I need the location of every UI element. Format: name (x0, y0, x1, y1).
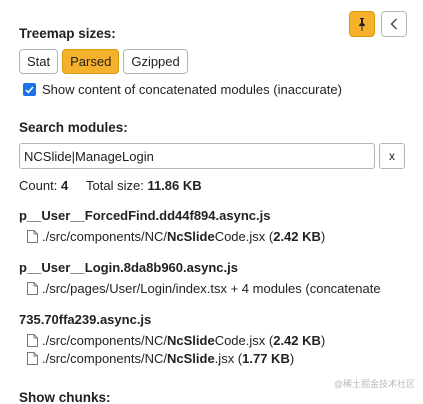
count-value: 4 (60, 178, 69, 193)
file-icon (27, 334, 38, 347)
check-icon (25, 85, 34, 94)
module-row[interactable]: ./src/components/NC/NcSlideCode.jsx (2.4… (27, 333, 407, 348)
total-size-value: 11.86 KB (147, 178, 202, 193)
clear-search-button[interactable]: x (379, 143, 405, 169)
watermark: @稀土掘金技术社区 (333, 379, 415, 389)
search-modules-title: Search modules: (19, 120, 128, 135)
concat-checkbox-label: Show content of concatenated modules (in… (42, 82, 342, 97)
module-path: ./src/components/NC/NcSlideCode.jsx (2.4… (42, 229, 326, 244)
size-switcher: Stat Parsed Gzipped (19, 49, 188, 74)
concat-checkbox[interactable] (23, 83, 36, 96)
search-input[interactable] (19, 143, 375, 169)
top-buttons (349, 11, 407, 37)
chunk-title[interactable]: 735.70ffa239.async.js (19, 312, 151, 327)
collapse-button[interactable] (381, 11, 407, 37)
total-size-label: Total size: (86, 178, 144, 193)
chunk-title[interactable]: p__User__ForcedFind.dd44f894.async.js (19, 208, 270, 223)
module-path: ./src/components/NC/NcSlide.jsx (1.77 KB… (42, 351, 295, 366)
search-summary: Count: 4 Total size: 11.86 KB (19, 178, 202, 193)
size-option-gzipped[interactable]: Gzipped (123, 49, 188, 74)
show-chunks-title: Show chunks: (19, 390, 111, 404)
file-icon (27, 230, 38, 243)
file-icon (27, 282, 38, 295)
concat-checkbox-row[interactable]: Show content of concatenated modules (in… (23, 82, 342, 97)
size-option-stat[interactable]: Stat (19, 49, 59, 74)
treemap-sizes-title: Treemap sizes: (19, 26, 116, 41)
sidebar-panel: Treemap sizes: Stat Parsed Gzipped Show … (0, 0, 424, 404)
count-label: Count: (19, 178, 58, 193)
module-row[interactable]: ./src/components/NC/NcSlide.jsx (1.77 KB… (27, 351, 407, 366)
module-row[interactable]: ./src/components/NC/NcSlideCode.jsx (2.4… (27, 229, 407, 244)
chunk-title[interactable]: p__User__Login.8da8b960.async.js (19, 260, 238, 275)
file-icon (27, 352, 38, 365)
pin-icon (359, 17, 365, 31)
module-row[interactable]: ./src/pages/User/Login/index.tsx + 4 mod… (27, 281, 407, 296)
module-path: ./src/components/NC/NcSlideCode.jsx (2.4… (42, 333, 326, 348)
chevron-left-icon (390, 18, 397, 30)
module-path: ./src/pages/User/Login/index.tsx + 4 mod… (42, 281, 381, 296)
pin-button[interactable] (349, 11, 375, 37)
size-option-parsed[interactable]: Parsed (62, 49, 120, 74)
